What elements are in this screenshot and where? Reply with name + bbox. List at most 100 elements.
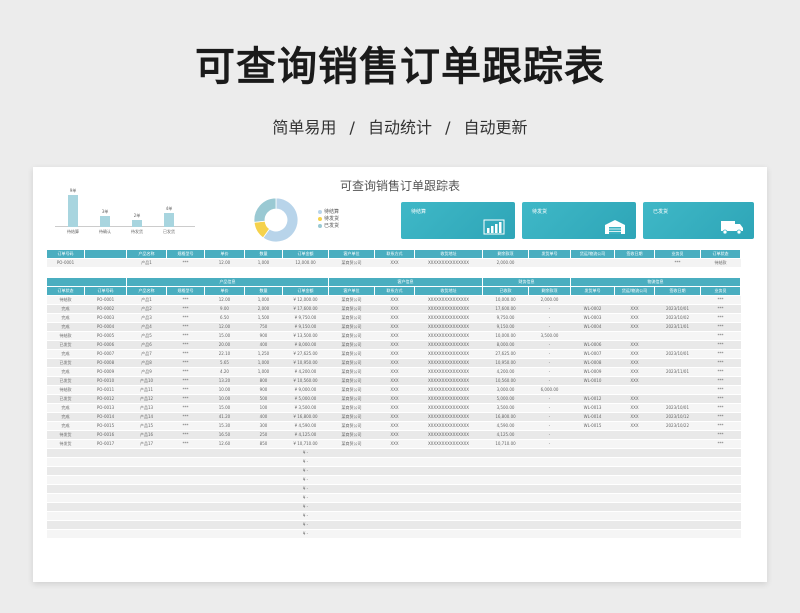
table-cell: 10.00 [204,385,245,395]
table-cell [414,493,483,503]
card-shipped[interactable]: 已发货 [643,202,754,239]
table-cell: XXX [374,412,415,422]
table-cell [614,502,655,512]
table-row: 完成 PO-0014 产品14 *** 41.20 400 ¥ 16,800.00 某商贸公司… [46,412,742,422]
table-cell [654,394,701,404]
table-cell [482,511,529,521]
table-cell: 15.00 [204,331,245,341]
table-cell: XXX [374,385,415,395]
table-cell [654,358,701,368]
table-cell: 待结款 [46,385,85,395]
table-cell: PO-0008 [84,358,127,368]
table-cell: - [528,322,571,332]
table-cell: ¥ 9,150.00 [282,322,329,332]
table-cell: ¥ - [282,475,329,485]
table-cell: ¥ - [282,529,329,539]
table-cell: *** [166,367,205,377]
column-header: 单价 [204,286,245,296]
table-cell: WL-0004 [570,322,615,332]
table-row: 完成 PO-0013 产品13 *** 15.00 100 ¥ 3,500.00 某商贸公司 X… [46,403,742,413]
bar-category-label: 待发货 [131,229,143,234]
table-cell [166,493,205,503]
table-cell: PO-0007 [84,349,127,359]
table-cell: *** [700,367,741,377]
column-header: 发货单号 [570,286,615,296]
table-cell [166,520,205,530]
search-table: 订单号码 产品名称 规格型号 单价 数量 订单金额 客户单位 联系方式 收货地址 剩余款项 发货单号… [46,249,741,268]
table-cell [374,475,415,485]
table-cell [570,457,615,467]
table-cell: *** [166,322,205,332]
table-cell: ¥ 10,950.00 [282,358,329,368]
table-cell: 12.00 [204,295,245,305]
table-cell: 某商贸公司 [328,403,375,413]
table-cell: 2023/10/01 [654,304,701,314]
table-row-empty: ¥ - [46,457,742,467]
table-cell: PO-0001 [84,295,127,305]
bar [100,216,110,227]
table-cell [654,502,701,512]
column-header: 收货地址 [414,286,483,296]
table-cell: 4,125.00 [482,430,529,440]
table-cell: ¥ - [282,520,329,530]
table-cell: ¥ 9,750.00 [282,313,329,323]
search-result-cell [570,258,615,268]
column-group-header: 产品信息 [126,277,329,287]
table-cell: ¥ 13,500.00 [282,331,329,341]
table-cell: XXXXXXXXXXXXXXX [414,331,483,341]
table-cell: 某商贸公司 [328,412,375,422]
table-cell [328,475,375,485]
table-cell: *** [700,421,741,431]
table-cell [482,475,529,485]
table-cell [414,520,483,530]
table-cell: ¥ 8,000.00 [282,340,329,350]
table-cell [328,448,375,458]
table-cell [700,475,741,485]
table-cell: WL-0012 [570,394,615,404]
search-result-cell: XXXXXXXXXXXXXXX [414,258,483,268]
table-cell: 300 [244,421,283,431]
table-cell [482,493,529,503]
table-cell [46,475,85,485]
table-cell: XXX [614,367,655,377]
search-result-cell: 12.00 [204,258,245,268]
table-row: 待结款 PO-0011 产品11 *** 10.00 900 ¥ 9,000.00 某商贸公司… [46,385,742,395]
table-cell: 800 [244,376,283,386]
card-pending-shipment[interactable]: 待发货 [522,202,636,239]
table-cell: 产品15 [126,421,167,431]
column-header: 数量 [244,286,283,296]
table-cell: 产品5 [126,331,167,341]
table-cell: - [528,439,571,449]
table-cell [654,331,701,341]
table-cell [328,466,375,476]
table-cell [414,475,483,485]
card-pending-settlement[interactable]: 待结算 [401,202,515,239]
table-cell: PO-0017 [84,439,127,449]
table-cell: 15.30 [204,421,245,431]
table-cell [570,295,615,305]
table-cell [482,448,529,458]
table-cell [570,529,615,539]
table-cell: PO-0005 [84,331,127,341]
table-cell: 900 [244,331,283,341]
table-cell: XXXXXXXXXXXXXXX [414,439,483,449]
card-label: 待结算 [411,209,427,215]
table-cell [614,331,655,341]
table-cell [126,511,167,521]
table-cell: XXX [614,358,655,368]
table-cell [204,493,245,503]
table-cell: 400 [244,412,283,422]
search-header-cell: 剩余款项 [482,249,529,259]
table-cell [204,484,245,494]
table-row: 已发货 PO-0012 产品12 *** 10.00 500 ¥ 5,000.00 某商贸公司… [46,394,742,404]
table-cell: 完成 [46,403,85,413]
table-cell [84,520,127,530]
table-cell [84,457,127,467]
table-cell: XXXXXXXXXXXXXXX [414,376,483,386]
table-cell: XXX [614,349,655,359]
table-cell: *** [700,430,741,440]
table-cell [700,520,741,530]
table-cell: 9.00 [204,304,245,314]
search-input[interactable]: PO-0001 [46,258,85,268]
table-cell: ¥ 4,200.00 [282,367,329,377]
